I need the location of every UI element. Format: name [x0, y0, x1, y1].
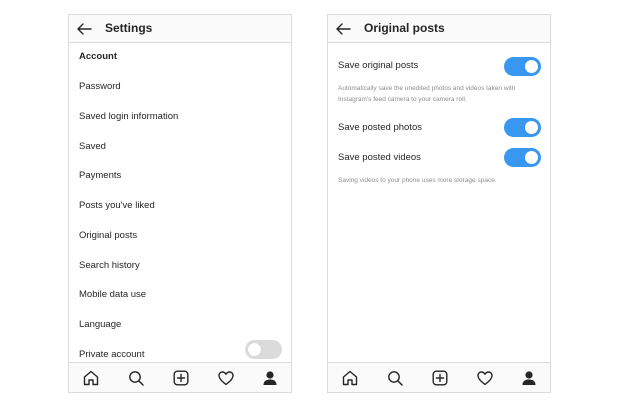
- menu-item-saved[interactable]: Saved: [69, 134, 291, 160]
- search-icon: [129, 371, 144, 386]
- save-posted-videos-label: Save posted videos: [338, 152, 421, 163]
- add-post-icon: [173, 370, 189, 386]
- menu-item-search-history[interactable]: Search history: [69, 253, 291, 279]
- videos-storage-description: Saving videos to your phone uses more st…: [338, 177, 497, 184]
- private-account-toggle[interactable]: [245, 340, 282, 359]
- toggle-knob: [525, 60, 538, 73]
- tab-home[interactable]: [341, 369, 359, 387]
- menu-item-label: Posts you've liked: [79, 200, 155, 211]
- menu-item-original-posts[interactable]: Original posts: [69, 223, 291, 249]
- tab-profile[interactable]: [261, 369, 279, 387]
- profile-icon: [263, 371, 277, 385]
- back-arrow-icon[interactable]: [76, 22, 92, 36]
- back-arrow-icon[interactable]: [335, 22, 351, 36]
- menu-item-language[interactable]: Language: [69, 312, 291, 338]
- menu-item-posts-liked[interactable]: Posts you've liked: [69, 193, 291, 219]
- tab-profile[interactable]: [520, 369, 538, 387]
- tab-activity[interactable]: [217, 369, 235, 387]
- menu-item-label: Original posts: [79, 230, 138, 241]
- menu-item-label: Language: [79, 319, 122, 330]
- settings-header: Settings: [69, 15, 291, 43]
- tab-search[interactable]: [386, 369, 404, 387]
- settings-screen: Settings Account Password Saved login in…: [68, 14, 292, 393]
- search-icon: [388, 371, 403, 386]
- tab-search[interactable]: [127, 369, 145, 387]
- heart-icon: [218, 371, 234, 386]
- toggle-knob: [248, 343, 261, 356]
- heart-icon: [477, 371, 493, 386]
- original-posts-screen: Original posts Save original posts Autom…: [327, 14, 551, 393]
- save-original-posts-label: Save original posts: [338, 60, 419, 71]
- save-posted-videos-toggle[interactable]: [504, 148, 541, 167]
- bottom-tab-bar: [328, 362, 550, 392]
- menu-item-label: Mobile data use: [79, 289, 147, 300]
- menu-item-label: Search history: [79, 260, 140, 271]
- home-icon: [83, 370, 99, 386]
- tab-add-post[interactable]: [172, 369, 190, 387]
- save-posted-photos-toggle[interactable]: [504, 118, 541, 137]
- save-original-posts-toggle[interactable]: [504, 57, 541, 76]
- menu-item-mobile-data[interactable]: Mobile data use: [69, 282, 291, 308]
- section-heading-account: Account: [79, 51, 117, 62]
- tab-activity[interactable]: [476, 369, 494, 387]
- toggle-knob: [525, 151, 538, 164]
- tab-add-post[interactable]: [431, 369, 449, 387]
- page-title: Original posts: [364, 21, 445, 35]
- save-original-description: Automatically save the unedited photos a…: [338, 85, 516, 103]
- home-icon: [342, 370, 358, 386]
- page-title: Settings: [105, 21, 153, 35]
- tab-home[interactable]: [82, 369, 100, 387]
- profile-icon: [522, 371, 536, 385]
- toggle-knob: [525, 121, 538, 134]
- menu-item-label: Password: [79, 81, 121, 92]
- menu-item-label: Saved: [79, 141, 106, 152]
- menu-item-password[interactable]: Password: [69, 74, 291, 100]
- bottom-tab-bar: [69, 362, 291, 392]
- menu-item-label: Payments: [79, 170, 122, 181]
- add-post-icon: [432, 370, 448, 386]
- original-posts-header: Original posts: [328, 15, 550, 43]
- menu-item-label: Private account: [79, 349, 145, 360]
- menu-item-payments[interactable]: Payments: [69, 163, 291, 189]
- menu-item-saved-login[interactable]: Saved login information: [69, 104, 291, 130]
- menu-item-label: Saved login information: [79, 111, 179, 122]
- save-posted-photos-label: Save posted photos: [338, 122, 422, 133]
